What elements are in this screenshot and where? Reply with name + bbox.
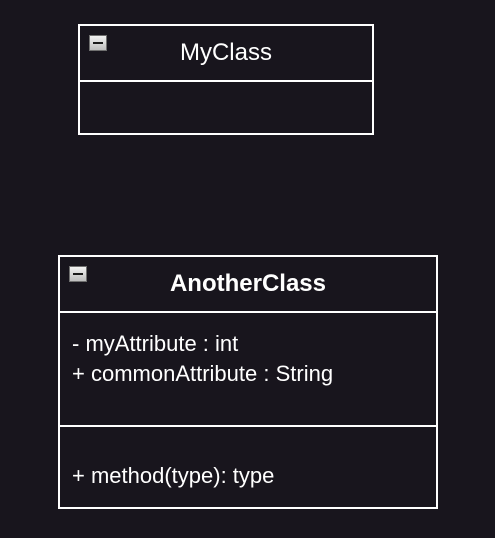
class-anotherclass[interactable]: AnotherClass - myAttribute : int + commo… [58,255,438,509]
methods-section: + method(type): type [60,427,436,491]
method-item[interactable]: + method(type): type [72,461,436,491]
attribute-item[interactable]: + commonAttribute : String [72,359,436,389]
class-header: AnotherClass [60,257,436,313]
class-name: AnotherClass [169,270,327,297]
class-name: MyClass [179,39,272,66]
collapse-icon[interactable] [89,35,107,51]
class-header: MyClass [80,26,372,82]
attribute-item[interactable]: - myAttribute : int [72,329,436,359]
class-myclass[interactable]: MyClass [78,24,374,135]
attributes-section: - myAttribute : int + commonAttribute : … [60,313,436,427]
collapse-icon[interactable] [69,266,87,282]
